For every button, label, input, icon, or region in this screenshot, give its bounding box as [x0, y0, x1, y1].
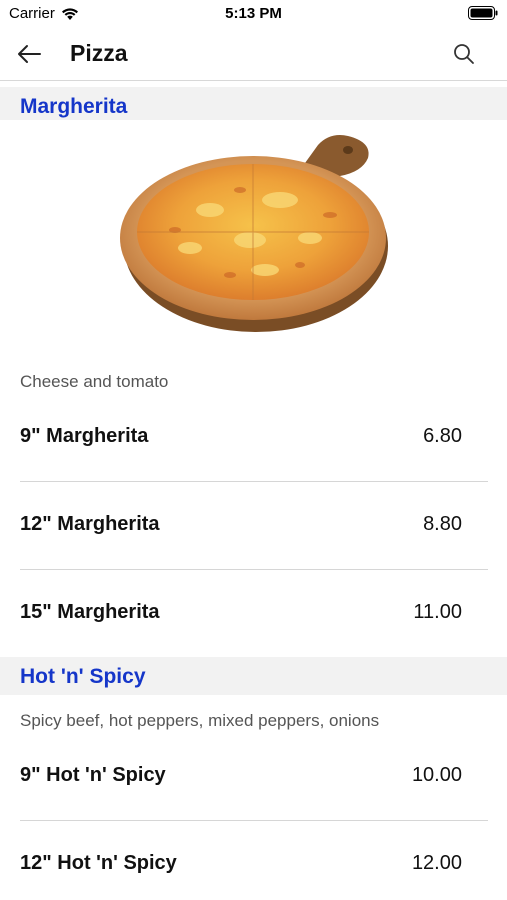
item-price: 11.00 — [413, 601, 462, 623]
menu-item[interactable]: 15" Margherita 11.00 — [20, 570, 488, 658]
item-name: 12" Margherita — [20, 513, 160, 535]
margherita-pizza-image — [120, 135, 388, 332]
search-button[interactable] — [451, 41, 477, 67]
item-name: 9" Hot 'n' Spicy — [20, 764, 166, 786]
section-description: Spicy beef, hot peppers, mixed peppers, … — [20, 711, 380, 730]
section-header-hot-n-spicy: Hot 'n' Spicy — [0, 657, 507, 695]
battery-icon — [468, 6, 498, 20]
menu-item[interactable]: 9" Margherita 6.80 — [20, 394, 488, 482]
back-button[interactable] — [14, 40, 44, 68]
item-name: 9" Margherita — [20, 425, 149, 447]
item-price: 6.80 — [423, 425, 462, 447]
item-price: 10.00 — [411, 764, 462, 786]
item-name: 15" Margherita — [20, 601, 160, 623]
section-title: Hot 'n' Spicy — [20, 665, 146, 688]
menu-item[interactable]: 9" Hot 'n' Spicy 10.00 — [20, 733, 488, 821]
arrow-left-icon — [18, 45, 41, 63]
page-title: Pizza — [70, 40, 128, 66]
pizza-image — [0, 120, 507, 352]
section-description: Cheese and tomato — [20, 372, 169, 391]
item-price: 12.00 — [411, 852, 462, 874]
search-icon — [454, 44, 474, 64]
nav-bar: Pizza — [0, 28, 507, 81]
clock: 5:13 PM — [225, 5, 282, 22]
status-bar: Carrier 5:13 PM — [0, 0, 507, 28]
item-price: 8.80 — [423, 513, 462, 535]
menu-item[interactable]: 12" Hot 'n' Spicy 12.00 — [20, 821, 488, 900]
section-title: Margherita — [20, 95, 128, 118]
menu-item[interactable]: 12" Margherita 8.80 — [20, 482, 488, 570]
item-name: 12" Hot 'n' Spicy — [20, 852, 177, 874]
